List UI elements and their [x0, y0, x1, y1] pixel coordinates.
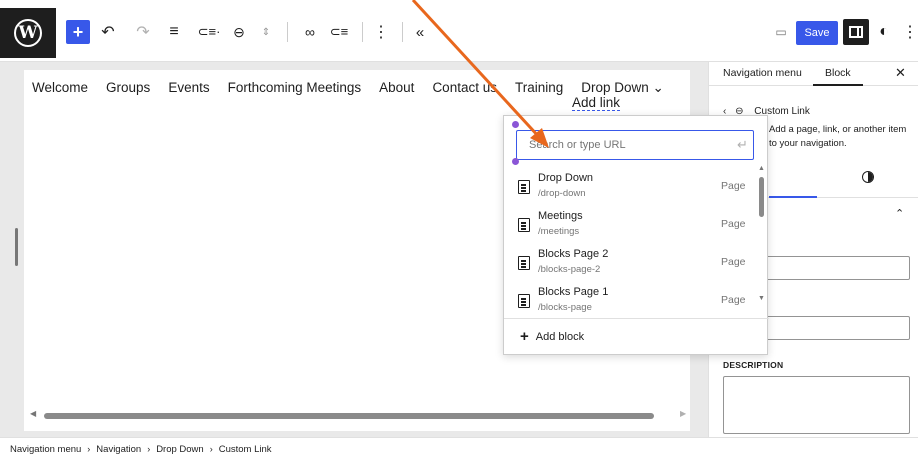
url-search-input[interactable]: Search or type URL — [516, 130, 754, 160]
collapse-icon[interactable]: « — [412, 21, 428, 43]
nav-item-drop-down[interactable]: Drop Down ⌄ — [581, 80, 664, 96]
chevron-right-icon: › — [87, 444, 91, 454]
link-control-popover: Search or type URL Drop Down /drop-down … — [503, 115, 769, 355]
scroll-left-icon[interactable]: ◀ — [30, 409, 36, 418]
nav-item-about[interactable]: About — [379, 80, 414, 96]
submenu-icon[interactable]: ⊖ — [231, 21, 247, 43]
options-menu-icon[interactable]: ⋮ — [902, 21, 918, 43]
block-description: Add a page, link, or another item to you… — [769, 124, 907, 149]
tab-navigation-menu[interactable]: Navigation menu — [723, 67, 802, 79]
search-result[interactable]: Drop Down /drop-down Page — [518, 172, 758, 208]
nav-item-contact-us[interactable]: Contact us — [432, 80, 497, 96]
contrast-icon[interactable]: ◐ — [876, 21, 892, 43]
search-result[interactable]: Blocks Page 2 /blocks-page-2 Page — [518, 248, 758, 284]
add-block-label: Add block — [535, 330, 585, 343]
result-path: /blocks-page-2 — [538, 264, 601, 275]
chevron-right-icon: › — [147, 444, 151, 454]
scroll-down-icon[interactable]: ▼ — [758, 295, 765, 302]
breadcrumb-item: Custom Link — [218, 444, 272, 455]
breadcrumb-item[interactable]: Navigation menu — [10, 444, 81, 455]
preview-icon[interactable]: ▭ — [773, 21, 789, 43]
chevron-up-icon[interactable]: ⌃ — [895, 207, 904, 220]
redo-icon[interactable]: ↷ — [135, 21, 151, 43]
result-type: Page — [721, 180, 746, 192]
link-field[interactable] — [765, 316, 910, 340]
result-path: /drop-down — [538, 188, 586, 199]
result-type: Page — [721, 294, 746, 306]
settings-icon — [849, 26, 863, 38]
block-breadcrumb-bar: Navigation menu › Navigation › Drop Down… — [0, 437, 918, 457]
link-icon[interactable]: ∞ — [301, 21, 319, 43]
text-field[interactable] — [765, 256, 910, 280]
nav-item-groups[interactable]: Groups — [106, 80, 150, 96]
nav-item-forthcoming-meetings[interactable]: Forthcoming Meetings — [228, 80, 362, 96]
page-icon — [518, 180, 530, 194]
wordpress-icon: W — [14, 19, 42, 47]
return-icon[interactable]: ↵ — [737, 137, 748, 153]
scrollbar-thumb[interactable] — [44, 413, 654, 419]
breadcrumb-item[interactable]: Navigation — [96, 444, 141, 455]
result-path: /meetings — [538, 226, 580, 237]
selection-handle-top[interactable] — [512, 121, 519, 128]
list-view-icon[interactable]: ≡ — [165, 21, 183, 43]
page-icon — [518, 294, 530, 308]
page-icon — [518, 256, 530, 270]
active-tab-indicator — [813, 84, 863, 86]
undo-icon[interactable]: ↶ — [100, 21, 116, 43]
result-type: Page — [721, 256, 746, 268]
result-title: Blocks Page 2 — [538, 248, 609, 260]
description-textarea[interactable] — [723, 376, 910, 434]
more-options-icon[interactable]: ⋮ — [373, 21, 389, 43]
horizontal-scrollbar[interactable]: ◀ ▶ — [30, 409, 690, 420]
navigation-block: Welcome Groups Events Forthcoming Meetin… — [32, 80, 682, 96]
toolbar-divider — [402, 22, 403, 42]
settings-toggle-button[interactable] — [843, 19, 869, 45]
active-style-tab-indicator — [769, 196, 817, 198]
add-block-button[interactable]: + Add block — [520, 328, 584, 345]
results-scrollbar[interactable]: ▲ ▼ — [758, 165, 766, 305]
search-result[interactable]: Meetings /meetings Page — [518, 210, 758, 246]
add-block-button[interactable]: + — [66, 20, 90, 44]
nav-item-welcome[interactable]: Welcome — [32, 80, 88, 96]
scroll-right-icon[interactable]: ▶ — [680, 409, 686, 418]
result-path: /blocks-page — [538, 302, 592, 313]
nav-item-training[interactable]: Training — [515, 80, 563, 96]
add-link-placeholder[interactable]: Add link — [572, 95, 621, 111]
list-indent-icon[interactable]: ⊂≡ — [329, 21, 349, 43]
tab-block[interactable]: Block — [825, 67, 851, 79]
result-title: Meetings — [538, 210, 583, 222]
nav-item-events[interactable]: Events — [168, 80, 209, 96]
toolbar-divider — [362, 22, 363, 42]
save-button[interactable]: Save — [796, 21, 838, 45]
url-input-spacer — [516, 130, 528, 160]
search-result[interactable]: Blocks Page 1 /blocks-page Page — [518, 286, 758, 322]
navigation-icon[interactable]: ⊂≡· — [196, 21, 222, 43]
popover-divider — [504, 318, 769, 319]
editor-toolbar: W + ↶ ↷ ≡ ⊂≡· ⊖ ⇕ ∞ ⊂≡ ⋮ « ▭ Save ◐ ⋮ — [0, 0, 918, 62]
description-label: DESCRIPTION — [723, 360, 784, 370]
result-type: Page — [721, 218, 746, 230]
resize-handle[interactable] — [15, 228, 18, 266]
result-title: Blocks Page 1 — [538, 286, 609, 298]
close-icon[interactable]: ✕ — [895, 65, 906, 81]
styles-tab-icon[interactable] — [862, 171, 874, 183]
chevron-right-icon: › — [209, 444, 213, 454]
wordpress-logo-button[interactable]: W — [0, 8, 56, 58]
toolbar-divider — [287, 22, 288, 42]
results-scrollbar-thumb[interactable] — [759, 177, 764, 217]
result-title: Drop Down — [538, 172, 594, 184]
plus-icon: + — [520, 328, 529, 345]
move-updown-icon[interactable]: ⇕ — [260, 21, 272, 43]
scroll-up-icon[interactable]: ▲ — [758, 165, 765, 172]
page-icon — [518, 218, 530, 232]
breadcrumb: Navigation menu › Navigation › Drop Down… — [10, 444, 272, 455]
sidebar-tabs: Navigation menu Block ✕ — [709, 62, 918, 86]
breadcrumb-item[interactable]: Drop Down — [156, 444, 204, 455]
selection-handle-bottom[interactable] — [512, 158, 519, 165]
